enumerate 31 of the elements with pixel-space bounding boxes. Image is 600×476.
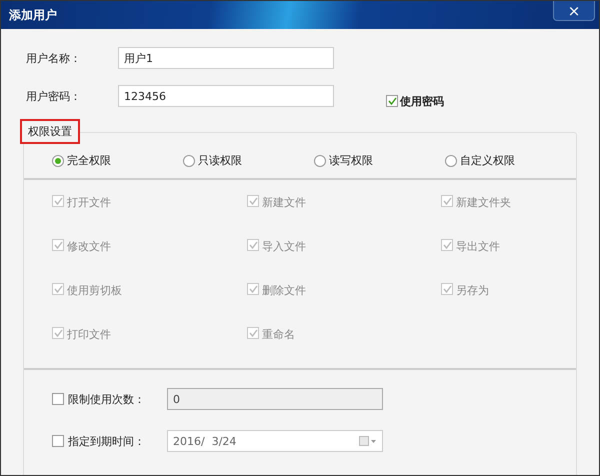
checkbox[interactable]: 指定到期时间： xyxy=(52,434,167,448)
radio-button[interactable]: 自定义权限 xyxy=(445,153,576,168)
field-label: 用户名称： xyxy=(25,50,82,66)
checkmark-icon xyxy=(248,285,258,293)
checkmark-icon xyxy=(248,197,258,205)
radio-dot[interactable] xyxy=(52,154,64,166)
radio-dot[interactable] xyxy=(183,154,195,166)
radio-button[interactable]: 读写权限 xyxy=(314,153,445,168)
checkbox[interactable]: 使用密码 xyxy=(386,94,444,108)
checkmark-icon xyxy=(388,97,396,105)
text-field[interactable]: 用户1 xyxy=(118,47,334,69)
date-field[interactable]: 2016/ 3/24 xyxy=(167,430,383,452)
checkmark-icon xyxy=(54,329,62,337)
checkmark-icon xyxy=(442,197,452,205)
checkmark-icon xyxy=(54,241,62,249)
checkmark-icon xyxy=(54,197,62,205)
radio-dot[interactable] xyxy=(445,154,457,166)
radio-button[interactable]: 完全权限 xyxy=(52,153,183,168)
checkmark-icon xyxy=(54,285,62,293)
checkmark-icon xyxy=(442,285,452,293)
checkmark-icon xyxy=(248,329,258,337)
calendar-icon[interactable] xyxy=(359,436,377,446)
section-title: 权限设置 xyxy=(20,119,80,144)
close-button[interactable]: × xyxy=(553,1,595,21)
radio-dot[interactable] xyxy=(314,154,326,166)
checkmark-icon xyxy=(442,241,452,249)
checkmark-icon xyxy=(248,241,258,249)
radio-button[interactable]: 只读权限 xyxy=(183,153,314,168)
window-title: 添加用户 xyxy=(9,6,57,24)
field-label: 用户密码： xyxy=(25,88,82,104)
text-field[interactable]: 123456 xyxy=(118,85,334,107)
